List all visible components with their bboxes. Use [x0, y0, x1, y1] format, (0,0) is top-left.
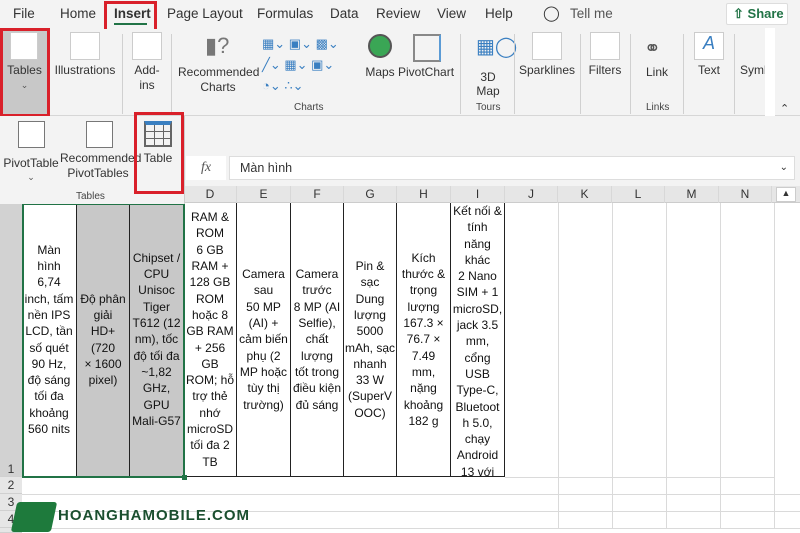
watermark-logo-icon — [10, 502, 58, 532]
formula-input[interactable]: Màn hình ⌄ — [229, 156, 795, 180]
highlight-tables-button — [0, 28, 50, 117]
ribbon-scroll-right[interactable] — [765, 28, 775, 116]
row-header-1[interactable]: 1 — [0, 203, 22, 477]
fill-handle[interactable] — [182, 475, 187, 480]
column-header-i[interactable]: I — [451, 186, 505, 203]
row-header-2[interactable]: 2 — [0, 477, 22, 494]
recommended-pivottables-label: PivotTables — [67, 166, 129, 180]
3d-map-button[interactable]: 3D — [470, 70, 506, 85]
share-icon: ⇧ — [733, 6, 744, 21]
cell-f1[interactable]: Camera trước 8 MP (AI Selfie), chất lượn… — [291, 203, 344, 477]
tab-help[interactable]: Help — [485, 6, 513, 21]
tab-file[interactable]: File — [13, 6, 35, 21]
gridline — [22, 528, 800, 529]
group-tables-label: Tables — [76, 191, 105, 202]
cell-h1[interactable]: Kích thước & trọng lượng 167.3 × 76.7 × … — [397, 203, 451, 477]
sparklines-button[interactable]: Sparklines — [518, 63, 576, 78]
filters-button[interactable]: Filters — [585, 63, 625, 78]
addins-label: ins — [139, 78, 155, 92]
column-header-g[interactable]: G — [344, 186, 397, 203]
3d-map-icon: ▦◯ — [476, 36, 518, 58]
collapse-ribbon-icon[interactable]: ⌃ — [780, 102, 789, 115]
group-tours-label: Tours — [476, 102, 501, 113]
cell-g1[interactable]: Pin & sạc Dung lượng 5000 mAh, sạc nhanh… — [344, 203, 397, 477]
pivottable-button[interactable]: PivotTable — [2, 156, 60, 171]
illustrations-button[interactable]: Illustrations — [52, 63, 118, 78]
recommended-charts-label: Charts — [200, 80, 236, 94]
recommended-pivottables-button[interactable]: Recommended — [60, 151, 141, 166]
link-icon: ⚭ — [644, 38, 661, 60]
expand-formula-icon[interactable]: ⌄ — [780, 157, 788, 179]
sparklines-icon — [532, 32, 562, 60]
column-header-h[interactable]: H — [397, 186, 451, 203]
scroll-up-button[interactable]: ▲ — [776, 187, 796, 202]
share-label: Share — [747, 6, 784, 21]
chart-type-icons[interactable]: ▦⌄ ▣⌄ ▩⌄ ╱⌄ ▦⌄ ▣⌄ ◔⌄ ∴⌄ — [262, 33, 339, 96]
tell-me-search[interactable]: Tell me — [570, 6, 613, 21]
cell-e1[interactable]: Camera sau 50 MP (AI) + cảm biến phụ (2 … — [237, 203, 291, 477]
cell-i1[interactable]: Kết nối & tính năng khác 2 Nano SIM + 1 … — [451, 203, 505, 477]
tab-formulas[interactable]: Formulas — [257, 6, 313, 21]
column-header-m[interactable]: M — [665, 186, 719, 203]
3d-map-label: Map — [476, 84, 500, 98]
column-header-l[interactable]: L — [612, 186, 665, 203]
tab-page-layout[interactable]: Page Layout — [167, 6, 243, 21]
watermark-text: HOANGHAMOBILE.COM — [58, 507, 250, 524]
column-header-k[interactable]: K — [558, 186, 612, 203]
column-header-n[interactable]: N — [719, 186, 772, 203]
empty-cells[interactable] — [505, 203, 777, 528]
share-button[interactable]: ⇧ Share — [726, 3, 788, 25]
addins-button[interactable]: Add- — [128, 63, 166, 78]
column-header-e[interactable]: E — [237, 186, 291, 203]
text-icon: A — [694, 32, 724, 60]
maps-button[interactable]: Maps — [360, 65, 400, 80]
chevron-down-icon: ⌄ — [27, 172, 35, 182]
gridline — [505, 477, 775, 478]
pivotchart-icon — [413, 34, 441, 62]
group-charts-label: Charts — [294, 102, 324, 113]
shapes-icon[interactable] — [70, 32, 100, 60]
cell-d1[interactable]: RAM & ROM 6 GB RAM + 128 GB ROM hoặc 8 G… — [184, 203, 237, 477]
tab-home[interactable]: Home — [60, 6, 96, 21]
pivotchart-button[interactable]: PivotChart — [398, 65, 454, 80]
column-header-f[interactable]: F — [291, 186, 344, 203]
recommended-charts-icon: ▮? — [205, 33, 230, 58]
recommended-pivottables-icon — [86, 121, 113, 148]
tab-data[interactable]: Data — [330, 6, 359, 21]
fx-button[interactable]: fx — [186, 156, 226, 180]
group-links-label: Links — [646, 102, 670, 113]
selection-border — [22, 203, 185, 478]
column-header-j[interactable]: J — [505, 186, 558, 203]
link-button[interactable]: Link — [637, 65, 677, 80]
column-header-d[interactable]: D — [184, 186, 237, 203]
tab-review[interactable]: Review — [376, 6, 420, 21]
highlight-table-button — [134, 112, 184, 194]
text-button[interactable]: Text — [690, 63, 728, 78]
recommended-charts-button[interactable]: Recommended — [178, 65, 259, 80]
addins-icon[interactable] — [132, 32, 162, 60]
lightbulb-icon: ◯ — [543, 5, 560, 22]
formula-value: Màn hình — [240, 161, 293, 175]
tab-view[interactable]: View — [437, 6, 466, 21]
maps-globe-icon — [368, 34, 392, 58]
filters-icon — [590, 32, 620, 60]
pivottable-icon — [18, 121, 45, 148]
